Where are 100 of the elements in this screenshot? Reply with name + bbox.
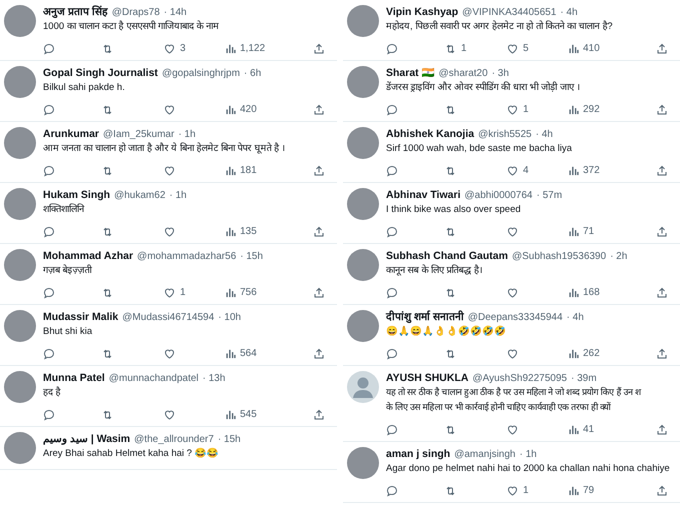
bar-chart-icon[interactable] [225, 104, 236, 115]
reply-icon[interactable] [386, 484, 398, 496]
reply-icon[interactable] [386, 226, 398, 238]
reply-icon[interactable] [386, 164, 398, 176]
author-name[interactable]: سید وسیم | Wasim [43, 432, 130, 448]
share-icon[interactable] [656, 104, 668, 116]
author-handle[interactable]: @amanjsingh [454, 447, 516, 462]
reply-icon[interactable] [386, 104, 398, 116]
share-icon[interactable] [656, 286, 668, 298]
author-name[interactable]: Mudassir Malik [43, 310, 118, 326]
repost-icon[interactable] [444, 286, 457, 298]
author-name[interactable]: Hukam Singh [43, 188, 110, 204]
post-time[interactable]: · 2h [610, 249, 628, 264]
repost-icon[interactable] [444, 164, 457, 176]
bar-chart-icon[interactable] [568, 226, 579, 237]
post-time[interactable]: · 57m [536, 188, 562, 203]
repost-icon[interactable] [444, 484, 457, 496]
heart-icon[interactable] [163, 286, 176, 298]
author-name[interactable]: Munna Patel [43, 371, 105, 387]
share-icon[interactable] [656, 348, 668, 360]
share-icon[interactable] [656, 164, 668, 176]
heart-icon[interactable] [163, 104, 176, 116]
repost-icon[interactable] [101, 348, 114, 360]
repost-icon[interactable] [101, 226, 114, 238]
reply-icon[interactable] [43, 286, 55, 298]
reply-icon[interactable] [43, 42, 55, 54]
author-handle[interactable]: @sharat20 [438, 66, 488, 81]
author-name[interactable]: Gopal Singh Journalist [43, 66, 158, 82]
heart-icon[interactable] [163, 226, 176, 238]
bar-chart-icon[interactable] [225, 226, 236, 237]
reply-icon[interactable] [43, 226, 55, 238]
reply-icon[interactable] [43, 348, 55, 360]
author-handle[interactable]: @VIPINKA34405651 [462, 5, 556, 20]
bar-chart-icon[interactable] [568, 485, 579, 496]
share-icon[interactable] [313, 286, 325, 298]
reply-icon[interactable] [43, 104, 55, 116]
post-time[interactable]: · 3h [492, 66, 509, 81]
repost-icon[interactable] [444, 348, 457, 360]
heart-icon[interactable] [506, 226, 519, 238]
heart-icon[interactable] [163, 408, 176, 420]
author-handle[interactable]: @AyushSh92275095 [472, 371, 567, 386]
reply-icon[interactable] [43, 164, 55, 176]
bar-chart-icon[interactable] [568, 424, 579, 435]
post-time[interactable]: · 4h [560, 5, 578, 20]
post-time[interactable]: · 14h [164, 5, 187, 20]
author-name[interactable]: aman j singh [386, 447, 450, 463]
bar-chart-icon[interactable] [225, 165, 236, 176]
post-time[interactable]: · 4h [536, 127, 553, 142]
author-handle[interactable]: @abhi0000764 [464, 188, 532, 203]
bar-chart-icon[interactable] [225, 43, 236, 54]
repost-icon[interactable] [101, 408, 114, 420]
heart-icon[interactable] [506, 348, 519, 360]
bar-chart-icon[interactable] [225, 348, 236, 359]
post-time[interactable]: · 1h [169, 188, 187, 203]
heart-icon[interactable] [506, 424, 519, 436]
author-handle[interactable]: @hukam62 [114, 188, 166, 203]
repost-icon[interactable] [101, 104, 114, 116]
bar-chart-icon[interactable] [568, 165, 579, 176]
author-name[interactable]: Subhash Chand Gautam [386, 249, 508, 265]
post-time[interactable]: · 1h [519, 447, 537, 462]
share-icon[interactable] [313, 226, 325, 238]
heart-icon[interactable] [163, 348, 176, 360]
post-time[interactable]: · 4h [566, 310, 584, 325]
author-handle[interactable]: @Draps78 [112, 5, 160, 20]
repost-icon[interactable] [101, 286, 114, 298]
author-name[interactable]: अनुज प्रताप सिंह [43, 5, 108, 21]
heart-icon[interactable] [506, 164, 519, 176]
repost-icon[interactable] [444, 104, 457, 116]
share-icon[interactable] [656, 484, 668, 496]
author-handle[interactable]: @krish5525 [478, 127, 532, 142]
author-handle[interactable]: @Iam_25kumar [103, 127, 174, 142]
heart-icon[interactable] [506, 42, 519, 54]
author-name[interactable]: Arunkumar [43, 127, 100, 143]
repost-icon[interactable] [444, 42, 457, 54]
share-icon[interactable] [656, 424, 668, 436]
author-name[interactable]: AYUSH SHUKLA [386, 371, 468, 387]
author-name[interactable]: Abhishek Kanojia [386, 127, 474, 143]
reply-icon[interactable] [43, 408, 55, 420]
repost-icon[interactable] [444, 226, 457, 238]
bar-chart-icon[interactable] [225, 287, 236, 298]
share-icon[interactable] [656, 226, 668, 238]
author-handle[interactable]: @munnachandpatel [108, 371, 199, 386]
post-time[interactable]: · 13h [202, 371, 226, 386]
share-icon[interactable] [313, 164, 325, 176]
author-handle[interactable]: @the_allrounder7 [134, 432, 214, 447]
author-name[interactable]: Vipin Kashyap [386, 5, 458, 21]
reply-icon[interactable] [386, 424, 398, 436]
author-name[interactable]: Mohammad Azhar [43, 249, 134, 265]
repost-icon[interactable] [101, 164, 114, 176]
heart-icon[interactable] [506, 104, 519, 116]
post-time[interactable]: · 39m [570, 371, 597, 386]
reply-icon[interactable] [386, 348, 398, 360]
share-icon[interactable] [313, 408, 325, 420]
heart-icon[interactable] [163, 164, 176, 176]
author-handle[interactable]: @Subhash19536390 [512, 249, 606, 264]
post-time[interactable]: · 15h [240, 249, 263, 264]
share-icon[interactable] [313, 104, 325, 116]
share-icon[interactable] [656, 42, 668, 54]
reply-icon[interactable] [386, 286, 398, 298]
post-time[interactable]: · 15h [218, 432, 241, 447]
